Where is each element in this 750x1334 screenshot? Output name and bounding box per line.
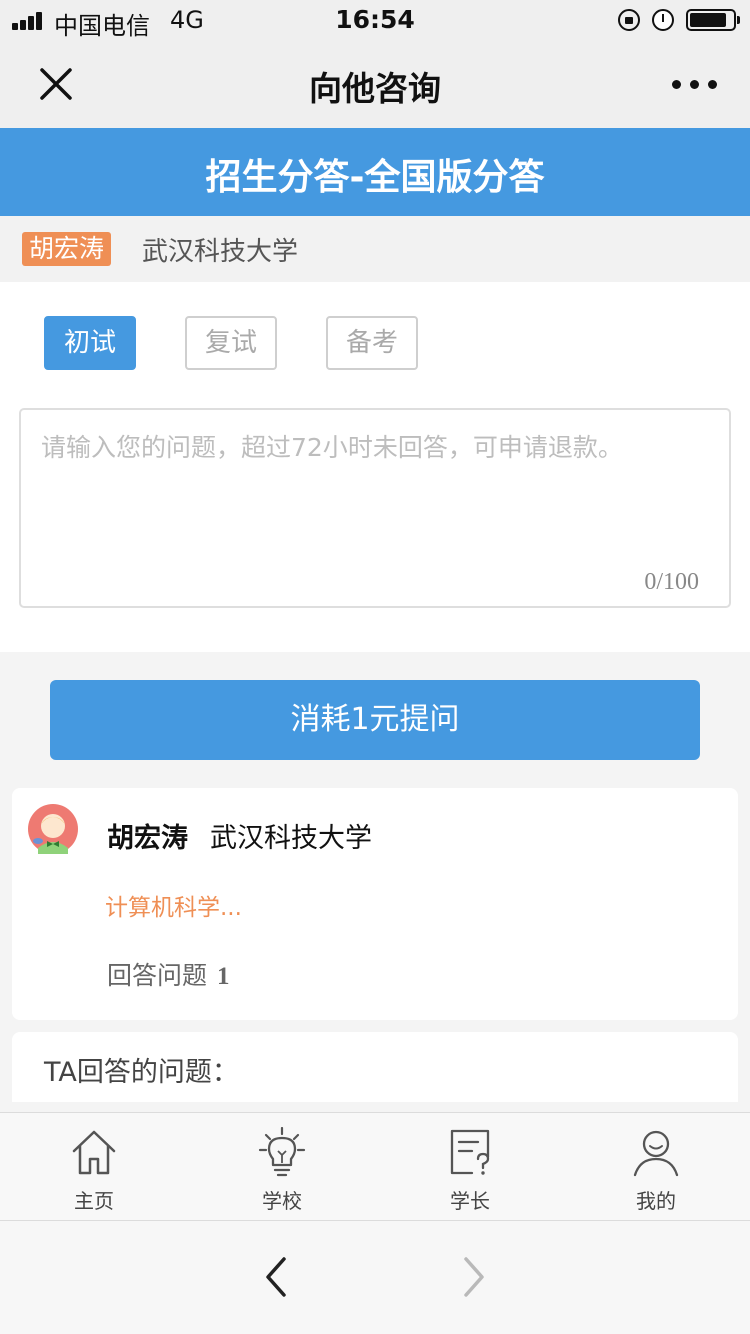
tab-chushi[interactable]: 初试 (44, 316, 136, 370)
submit-question-button[interactable]: 消耗1元提问 (50, 680, 700, 760)
tab-fushi[interactable]: 复试 (185, 316, 277, 370)
signal-icon (12, 12, 46, 30)
char-counter: 0/100 (644, 569, 699, 595)
forward-arrow-icon[interactable] (454, 1255, 494, 1299)
answers-label: 回答问题 (107, 961, 208, 990)
document-question-icon (450, 1129, 490, 1175)
question-form: 初试 复试 备考 0/100 (0, 282, 750, 652)
question-input[interactable] (21, 410, 729, 606)
battery-icon (686, 9, 740, 31)
answers-count: 1 (217, 963, 230, 990)
banner: 招生分答-全国版分答 (0, 128, 750, 216)
orientation-lock-icon (618, 9, 640, 31)
tab-senior[interactable]: 学长 (376, 1113, 564, 1221)
profile-card[interactable]: 胡宏涛 武汉科技大学 计算机科学... 回答问题 1 (12, 788, 738, 1020)
tab-beikao[interactable]: 备考 (326, 316, 418, 370)
browser-toolbar (0, 1220, 750, 1334)
banner-title: 招生分答-全国版分答 (205, 157, 545, 198)
back-arrow-icon[interactable] (256, 1255, 296, 1299)
nav-title: 向他咨询 (309, 69, 441, 108)
teacher-name-tag: 胡宏涛 (22, 232, 112, 266)
close-icon[interactable] (36, 64, 76, 104)
tab-home-label: 主页 (74, 1189, 114, 1213)
tab-mine[interactable]: 我的 (562, 1113, 750, 1221)
tab-mine-label: 我的 (636, 1189, 676, 1213)
profile-name: 胡宏涛 (107, 823, 188, 854)
network-type: 4G (170, 6, 204, 34)
page: 中国电信 4G 16:54 向他咨询 招生分答-全国版分答 胡宏涛 武汉科技大学… (0, 0, 750, 1334)
tab-bar: 主页 学校 学长 我的 (0, 1112, 750, 1220)
teacher-info-row: 胡宏涛 武汉科技大学 (0, 216, 750, 282)
answered-questions-title: TA回答的问题： (44, 1057, 239, 1088)
profile-school: 武汉科技大学 (210, 823, 372, 854)
alarm-icon (652, 9, 674, 31)
tab-senior-label: 学长 (450, 1189, 490, 1213)
tab-home[interactable]: 主页 (0, 1113, 188, 1221)
carrier-name: 中国电信 (54, 12, 150, 40)
answered-questions-section: TA回答的问题： (12, 1032, 738, 1102)
question-box: 0/100 (19, 408, 731, 608)
tab-school[interactable]: 学校 (188, 1113, 376, 1221)
profile-major: 计算机科学... (105, 895, 242, 921)
lightbulb-icon (258, 1127, 306, 1177)
more-icon[interactable] (666, 70, 722, 98)
user-icon (633, 1130, 679, 1177)
status-bar: 中国电信 4G 16:54 (0, 0, 750, 40)
battery-level (690, 13, 726, 27)
tab-school-label: 学校 (262, 1189, 302, 1213)
nav-bar: 向他咨询 (0, 40, 750, 128)
teacher-school: 武汉科技大学 (142, 237, 299, 267)
home-icon (72, 1130, 116, 1175)
avatar (28, 804, 78, 854)
answers-stat: 回答问题 1 (107, 956, 230, 992)
